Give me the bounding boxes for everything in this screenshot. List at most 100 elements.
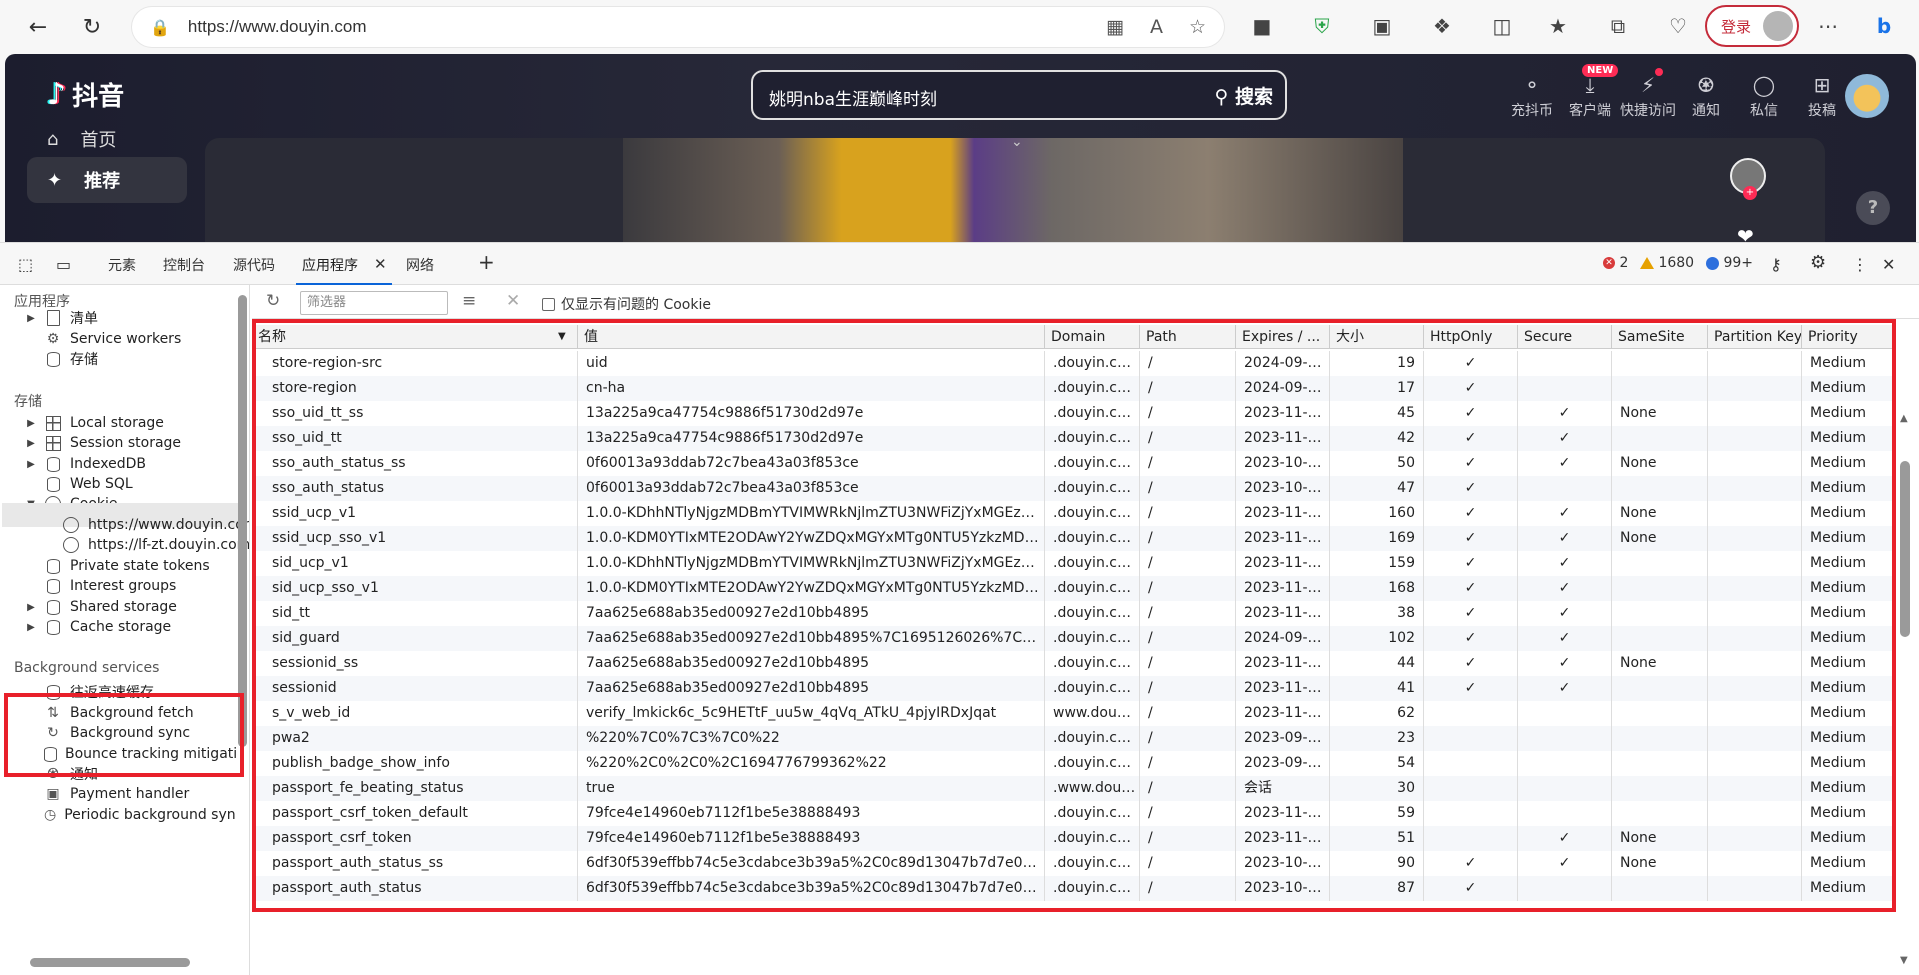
side-nav-home[interactable]: ⌂ 首页 bbox=[27, 116, 187, 162]
back-arrow-icon[interactable]: ← bbox=[18, 7, 58, 47]
table-row[interactable]: sso_auth_status 0f60013a93ddab72c7bea43a0… bbox=[252, 476, 1896, 501]
sidebar-horizontal-scrollbar[interactable] bbox=[30, 958, 190, 967]
column-header[interactable]: Priority bbox=[1802, 325, 1896, 349]
add-tab-icon[interactable]: + bbox=[478, 250, 495, 274]
table-row[interactable]: sid_ucp_v1 1.0.0-KDhhNTlyNjgzMDBmYTVIMWRk… bbox=[252, 551, 1896, 576]
video-player[interactable] bbox=[205, 138, 1825, 242]
sidebar-item-cookie-lf-zt[interactable]: https://lf-zt.douyin.com bbox=[62, 534, 249, 556]
table-row[interactable]: publish_badge_show_info %220%2C0%2C0%2C16… bbox=[252, 751, 1896, 776]
read-aloud-icon[interactable]: A bbox=[1150, 16, 1163, 38]
column-header[interactable]: Domain bbox=[1045, 325, 1140, 349]
filter-input[interactable]: 筛选器 bbox=[300, 291, 448, 315]
expand-arrow-icon[interactable]: ▶ bbox=[24, 602, 38, 613]
table-row[interactable]: store-region-src uid .douyin.com/2024-09-1… bbox=[252, 351, 1896, 376]
login-button[interactable]: 登录 bbox=[1705, 5, 1799, 47]
sidebar-item-cookie-douyin[interactable]: https://www.douyin.com bbox=[62, 514, 249, 536]
table-row[interactable]: sessionid_ss 7aa625e688ab35ed00927e2d10bb… bbox=[252, 651, 1896, 676]
sidebar-item-cache-storage[interactable]: ▶ Cache storage bbox=[24, 616, 171, 638]
split-screen-icon[interactable]: ◫ bbox=[1488, 12, 1516, 40]
table-row[interactable]: store-region cn-ha .douyin.com/2024-09-1..… bbox=[252, 376, 1896, 401]
info-count[interactable]: 99+ bbox=[1706, 255, 1753, 271]
top-icon-upload[interactable]: ⊞ 投稿 bbox=[1793, 70, 1851, 120]
device-toolbar-icon[interactable]: ▭ bbox=[56, 255, 71, 274]
side-nav-recommend[interactable]: ✦ 推荐 bbox=[27, 157, 187, 203]
puzzle-icon[interactable]: ❖ bbox=[1428, 12, 1456, 40]
column-header[interactable]: Path bbox=[1140, 325, 1236, 349]
table-row[interactable]: pwa2 %220%7C0%7C3%7C0%22 .douyin.com/2023-… bbox=[252, 726, 1896, 751]
refresh-icon[interactable]: ↻ bbox=[72, 7, 112, 47]
expand-arrow-icon[interactable]: ▶ bbox=[24, 418, 38, 429]
search-button[interactable]: ⚲ 搜索 bbox=[1214, 82, 1273, 109]
expand-arrow-icon[interactable]: ▶ bbox=[24, 622, 38, 633]
health-icon[interactable]: ♡ bbox=[1664, 12, 1692, 40]
table-row[interactable]: sid_guard 7aa625e688ab35ed00927e2d10bb489… bbox=[252, 626, 1896, 651]
table-row[interactable]: sso_uid_tt 13a225a9ca47754c9886f51730d2d9… bbox=[252, 426, 1896, 451]
tab-console[interactable]: 控制台 bbox=[163, 255, 205, 275]
tab-sources[interactable]: 源代码 bbox=[233, 255, 275, 275]
refresh-icon[interactable]: ↻ bbox=[266, 291, 280, 311]
bing-copilot-icon[interactable]: b bbox=[1870, 12, 1898, 40]
address-bar[interactable]: 🔒 https://www.douyin.com ▦ A ☆ bbox=[132, 7, 1224, 47]
sidebar-item-interest-groups[interactable]: Interest groups bbox=[44, 575, 176, 597]
app-grid-icon[interactable]: ▦ bbox=[1106, 16, 1124, 38]
top-icon-notify[interactable]: ♼ 通知 bbox=[1677, 70, 1735, 120]
table-row[interactable]: passport_csrf_token_default 79fce4e14960e… bbox=[252, 801, 1896, 826]
clear-all-icon[interactable]: ≡ bbox=[462, 291, 476, 311]
table-row[interactable]: ssid_ucp_v1 1.0.0-KDhhNTlyNjgzMDBmYTVIMWR… bbox=[252, 501, 1896, 526]
settings-gear-icon[interactable]: ⚙ bbox=[1810, 252, 1826, 273]
table-row[interactable]: passport_fe_beating_status true .www.douy.… bbox=[252, 776, 1896, 801]
help-icon[interactable]: ? bbox=[1856, 191, 1890, 225]
sidebar-scrollbar[interactable] bbox=[238, 295, 247, 747]
favorite-star-icon[interactable]: ☆ bbox=[1189, 16, 1206, 38]
sidebar-item-web-sql[interactable]: Web SQL bbox=[44, 473, 133, 495]
chevron-down-icon[interactable]: ⌄ bbox=[1011, 134, 1023, 150]
author-avatar[interactable]: + bbox=[1730, 158, 1766, 200]
sidebar-item-indexeddb[interactable]: ▶ IndexedDB bbox=[24, 453, 146, 475]
column-header[interactable]: 值 bbox=[578, 325, 1045, 349]
table-row[interactable]: passport_csrf_token 79fce4e14960eb7112f1b… bbox=[252, 826, 1896, 851]
column-header[interactable]: Expires / ... bbox=[1236, 325, 1330, 349]
table-row[interactable]: sessionid 7aa625e688ab35ed00927e2d10bb489… bbox=[252, 676, 1896, 701]
table-row[interactable]: passport_auth_status_ss 6df30f539effbb74c… bbox=[252, 851, 1896, 876]
tab-elements[interactable]: 元素 bbox=[108, 255, 136, 275]
douyin-logo[interactable]: ♪ 抖音 bbox=[47, 76, 124, 113]
more-options-icon[interactable]: ⋮ bbox=[1852, 255, 1868, 274]
table-scrollbar[interactable] bbox=[1900, 461, 1910, 637]
top-icon-quick-access[interactable]: ⚡ 快捷访问 bbox=[1619, 70, 1677, 120]
heart-icon[interactable]: ❤ bbox=[1737, 224, 1754, 242]
table-row[interactable]: sid_tt 7aa625e688ab35ed00927e2d10bb4895 .d… bbox=[252, 601, 1896, 626]
warning-count[interactable]: 1680 bbox=[1640, 255, 1694, 271]
extension-l-icon[interactable]: ▣ bbox=[1368, 12, 1396, 40]
error-count[interactable]: ✕ 2 bbox=[1603, 255, 1628, 271]
more-menu-icon[interactable]: ⋯ bbox=[1814, 12, 1842, 40]
column-header[interactable]: 大小 bbox=[1330, 325, 1424, 349]
favorites-icon[interactable]: ★ bbox=[1544, 12, 1572, 40]
delete-selected-icon[interactable]: ✕ bbox=[506, 291, 520, 311]
search-bar[interactable]: 姚明nba生涯巅峰时刻 ⚲ 搜索 bbox=[751, 70, 1287, 120]
sidebar-item-service-workers[interactable]: ⚙ Service workers bbox=[44, 328, 182, 350]
column-header[interactable]: HttpOnly bbox=[1424, 325, 1518, 349]
sidebar-item-manifest[interactable]: ▶ 清单 bbox=[24, 307, 98, 329]
expand-arrow-icon[interactable]: ▶ bbox=[24, 438, 38, 449]
sidebar-item-payment-handler[interactable]: ▣ Payment handler bbox=[44, 783, 189, 805]
follow-plus-icon[interactable]: + bbox=[1743, 186, 1757, 200]
scroll-down-arrow-icon[interactable]: ▼ bbox=[1900, 955, 1908, 966]
sort-arrow-icon[interactable]: ▼ bbox=[558, 325, 566, 349]
table-row[interactable]: sso_auth_status_ss 0f60013a93ddab72c7bea4… bbox=[252, 451, 1896, 476]
column-header[interactable]: Secure bbox=[1518, 325, 1612, 349]
top-icon-client[interactable]: ⤓ 客户端 bbox=[1561, 70, 1619, 120]
tab-application[interactable]: 应用程序 bbox=[302, 255, 358, 275]
table-row[interactable]: s_v_web_id verify_lmkick6c_5c9HETtF_uu5w_… bbox=[252, 701, 1896, 726]
inspect-element-icon[interactable]: ⬚ bbox=[18, 255, 33, 274]
tab-network[interactable]: 网络 bbox=[406, 255, 434, 275]
column-header[interactable]: Partition Key bbox=[1708, 325, 1802, 349]
checkbox-box[interactable] bbox=[542, 297, 555, 311]
sidebar-item-storage[interactable]: 存储 bbox=[44, 348, 98, 370]
table-row[interactable]: passport_auth_status 6df30f539effbb74c5e3… bbox=[252, 876, 1896, 901]
sidebar-item-periodic-sync[interactable]: ◷ Periodic background sync bbox=[44, 804, 236, 826]
connect-icon[interactable]: ⚷ bbox=[1770, 255, 1782, 274]
table-row[interactable]: sid_ucp_sso_v1 1.0.0-KDM0YTIxMTE2ODAwY2Yw… bbox=[252, 576, 1896, 601]
top-icon-coin[interactable]: ⚬ 充抖币 bbox=[1503, 70, 1561, 120]
column-header[interactable]: 名称 bbox=[252, 325, 578, 349]
close-tab-icon[interactable]: ✕ bbox=[374, 255, 387, 273]
